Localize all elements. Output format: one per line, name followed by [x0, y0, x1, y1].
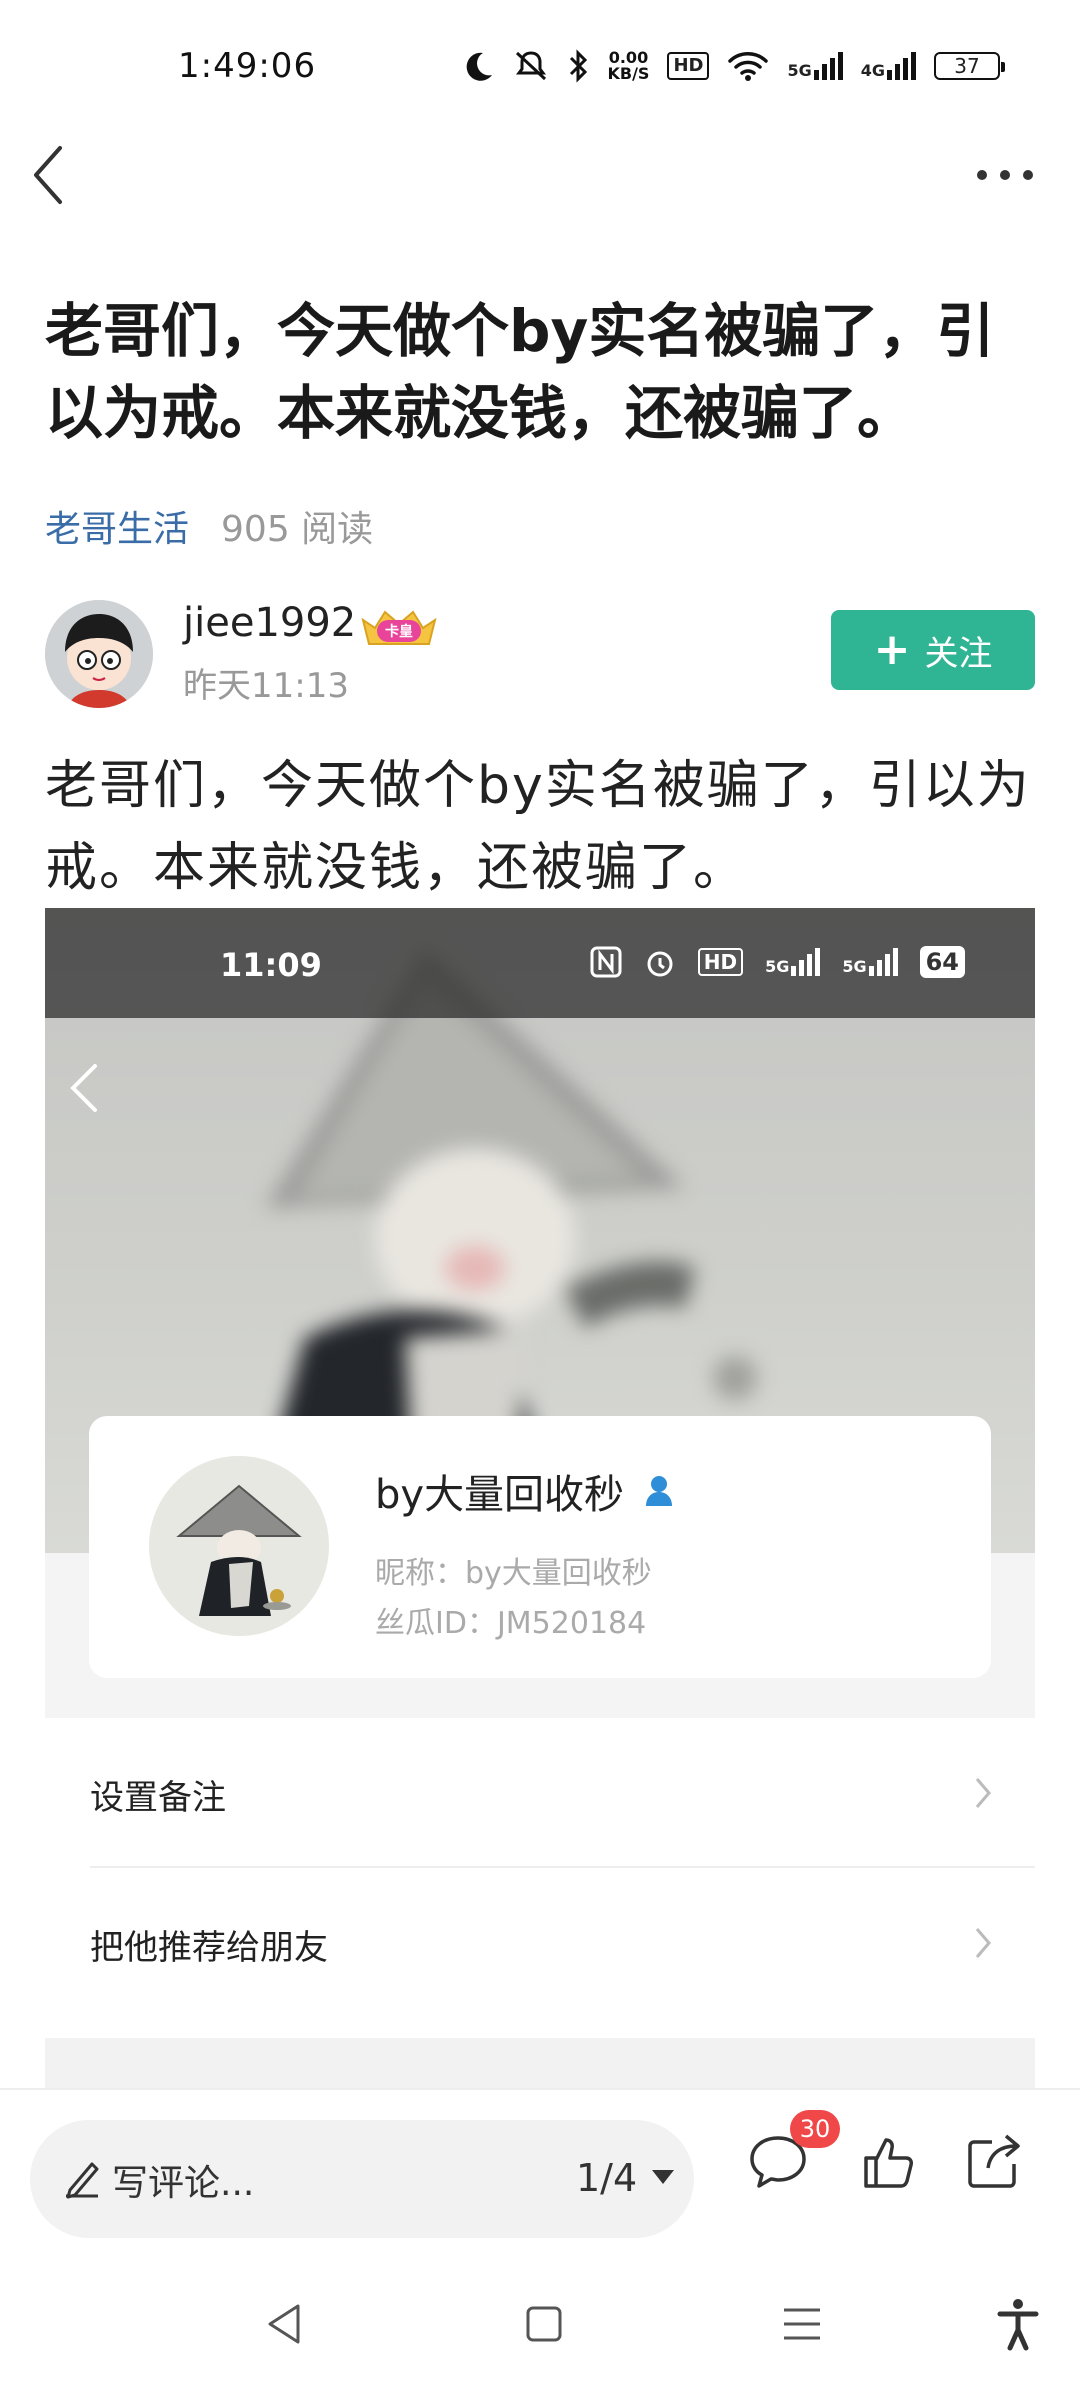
vip-badge-text: 卡皇: [385, 623, 413, 640]
bottom-toolbar: 写评论... 1/4 30: [0, 2088, 1080, 2248]
status-time: 1:49:06: [178, 46, 317, 86]
moon-icon: [467, 52, 493, 81]
signal-bars: [813, 52, 843, 80]
accessibility-icon[interactable]: [988, 2294, 1048, 2354]
menu-item-recommend: 把他推荐给朋友: [45, 1868, 1035, 2018]
author-row: jiee1992 卡皇 昨天11:13 + 关注: [45, 600, 1035, 710]
share-icon[interactable]: [962, 2130, 1026, 2194]
comment-input[interactable]: 写评论... 1/4: [30, 2120, 694, 2238]
monk-avatar-illustration: [149, 1456, 329, 1636]
screenshot-status-icons: HD 5G 5G 64: [590, 946, 965, 978]
profile-name: by大量回收秒: [375, 1472, 625, 1518]
screenshot-back-icon: [70, 1064, 97, 1112]
screenshot-signal-icon: 5G: [765, 948, 821, 976]
article-body: 老哥们，今天做个by实名被骗了，引以为戒。本来就没钱，还被骗了。: [45, 756, 1031, 898]
profile-card: by大量回收秒 昵称：by大量回收秒 丝瓜ID：JM520184: [89, 1416, 991, 1678]
nav-home-icon[interactable]: [514, 2294, 574, 2354]
nfc-icon: [590, 946, 622, 978]
article-meta: 老哥生活 905 阅读: [45, 500, 373, 552]
avatar[interactable]: [45, 600, 153, 708]
screenshot-menu-area: 设置备注 把他推荐给朋友: [45, 1718, 1035, 2088]
follow-button[interactable]: + 关注: [831, 610, 1035, 690]
screenshot-battery-icon: 64: [919, 946, 965, 978]
chevron-right-icon: [975, 1778, 991, 1808]
dropdown-triangle-icon[interactable]: [650, 2168, 676, 2186]
signal-5g-label: 5G: [787, 61, 812, 80]
more-icon[interactable]: [970, 150, 1040, 200]
screenshot-hd-icon: HD: [697, 948, 744, 976]
profile-id: 丝瓜ID：JM520184: [375, 1606, 647, 1641]
signal-4g-icon: 4G: [861, 52, 916, 80]
vip-crown-badge: 卡皇: [361, 610, 437, 645]
category-link[interactable]: 老哥生活: [45, 500, 189, 552]
thumbnail-strip: [45, 2038, 1035, 2088]
signal-5g-icon: 5G: [787, 52, 843, 80]
profile-avatar: [149, 1456, 329, 1636]
user-verified-icon: [646, 1476, 673, 1506]
read-count: 905 阅读: [221, 509, 374, 550]
hd-icon: HD: [667, 52, 710, 80]
menu-item-set-remark: 设置备注: [45, 1718, 1035, 1868]
article-title: 老哥们，今天做个by实名被骗了，引以为戒。本来就没钱，还被骗了。: [45, 297, 995, 447]
net-speed: 0.00 KB/S: [607, 50, 649, 82]
avatar-illustration: [45, 600, 153, 708]
like-icon[interactable]: [858, 2130, 922, 2194]
menu-item-label: 把他推荐给朋友: [90, 1928, 328, 1968]
nav-back-icon[interactable]: [256, 2294, 316, 2354]
screenshot-time: 11:09: [220, 946, 322, 984]
status-icons: 0.00 KB/S HD 5G 4G 37: [461, 46, 1005, 86]
mute-icon: [516, 51, 547, 81]
follow-label: 关注: [924, 633, 993, 674]
author-name[interactable]: jiee1992: [183, 600, 356, 646]
bluetooth-icon: [570, 49, 588, 83]
page-indicator[interactable]: 1/4: [576, 2156, 637, 2200]
profile-nickname: 昵称：by大量回收秒: [375, 1556, 652, 1591]
comment-count-badge: 30: [790, 2110, 840, 2148]
screenshot-status-bar: 11:09 HD 5G 5G 64: [45, 908, 1035, 1018]
battery-icon: 37: [934, 52, 1005, 80]
pencil-icon: [66, 2162, 99, 2199]
screenshot-signal-icon: 5G: [842, 948, 898, 976]
net-speed-unit: KB/S: [607, 64, 650, 83]
wifi-icon: [728, 52, 769, 81]
status-bar: 1:49:06 0.00 KB/S HD 5G 4G 37: [0, 0, 1080, 140]
chevron-right-icon: [975, 1928, 991, 1958]
menu-item-label: 设置备注: [90, 1778, 226, 1818]
plus-icon: +: [873, 624, 911, 675]
system-nav-bar: [0, 2250, 1080, 2400]
alarm-icon: [647, 951, 673, 977]
signal-4g-label: 4G: [860, 61, 885, 80]
embedded-screenshot[interactable]: 11:09 HD 5G 5G 64 设置备注 把他推荐给朋友 by大量回收秒 昵…: [45, 908, 1035, 2088]
nav-recents-icon[interactable]: [772, 2294, 832, 2354]
signal-bars: [887, 52, 916, 80]
profile-name-row: by大量回收秒: [375, 1462, 674, 1520]
comment-placeholder: 写评论...: [112, 2163, 255, 2204]
screenshot-signal-label: 5G: [765, 957, 790, 976]
post-time: 昨天11:13: [183, 666, 349, 706]
back-icon[interactable]: [26, 140, 76, 210]
screenshot-signal-label: 5G: [842, 957, 867, 976]
